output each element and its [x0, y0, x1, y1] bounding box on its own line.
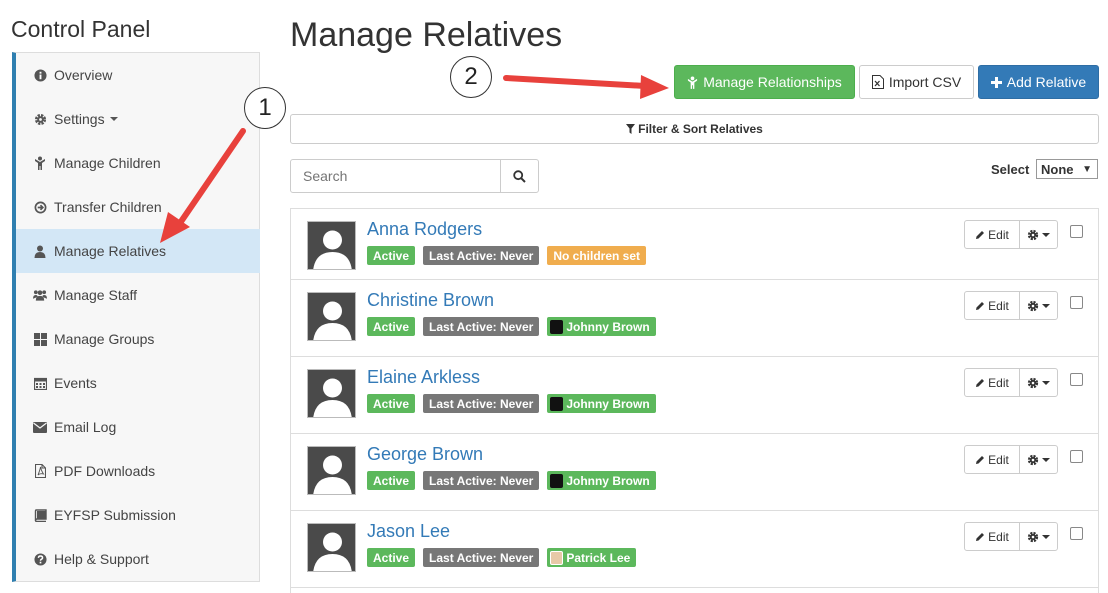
annotation-arrows	[160, 75, 669, 243]
arrow-to-manage-relatives	[160, 128, 246, 243]
arrow-to-manage-relationships	[503, 75, 669, 99]
